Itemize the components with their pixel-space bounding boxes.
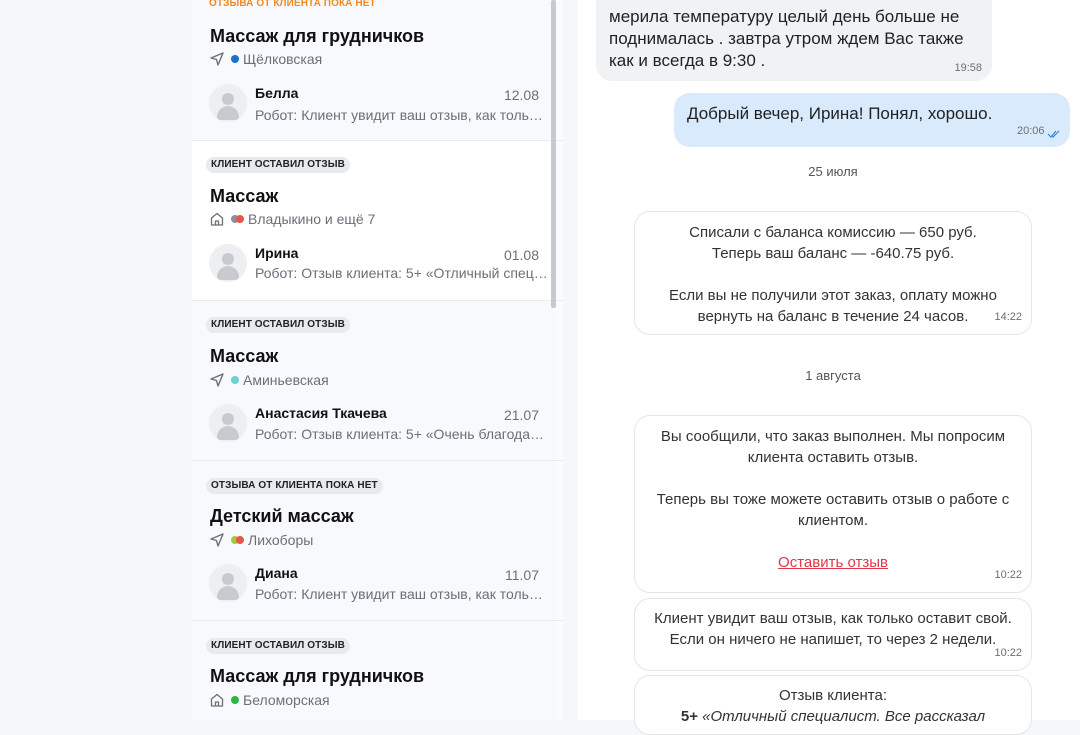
review-rating: 5+: [680, 708, 698, 725]
message-time: 14:22: [994, 311, 1022, 323]
orders-list[interactable]: Отзыва от клиента пока нет Массаж для гр…: [192, 0, 563, 720]
client-name: Белла: [255, 85, 299, 101]
order-card[interactable]: Отзыва от клиента пока нет Детский масса…: [192, 461, 555, 620]
message-line: Клиент увидит ваш отзыв, как только оста…: [654, 610, 1012, 627]
order-title: Массаж для грудничков: [210, 26, 425, 46]
order-location: Щёлковская: [209, 50, 322, 68]
navigation-arrow-icon: [210, 373, 224, 387]
status-badge: Клиент оставил отзыв: [206, 317, 350, 333]
date-separator: 25 июля: [808, 164, 858, 179]
order-title: Массаж для грудничков: [210, 666, 425, 686]
message-preview: Робот: Клиент увидит ваш отзыв, как толь…: [255, 107, 548, 123]
client-name: Ирина: [255, 245, 299, 261]
order-card[interactable]: Клиент оставил отзыв Массаж для грудничк…: [192, 621, 555, 720]
leave-review-link[interactable]: Оставить отзыв: [778, 554, 888, 571]
order-location: Беломорская: [209, 691, 330, 709]
metro-line-dot: [236, 215, 244, 223]
message-line: Если он ничего не напишет, то через 2 не…: [669, 631, 997, 648]
message-line: клиентом.: [797, 512, 868, 529]
system-message: Списали с баланса комиссию — 650 руб. Те…: [634, 211, 1032, 335]
message-line: Вы сообщили, что заказ выполнен. Мы попр…: [660, 428, 1006, 445]
location-label: Лихоборы: [248, 532, 314, 548]
message-line: Теперь вы тоже можете оставить отзыв о р…: [656, 491, 1010, 508]
location-label: Владыкино и ещё 7: [248, 211, 376, 227]
location-label: Беломорская: [243, 692, 330, 708]
review-text: 5+ «Отличный специалист. Все рассказал: [635, 706, 1031, 727]
metro-line-dot: [231, 696, 239, 704]
message-time: 10:22: [994, 569, 1022, 581]
order-card[interactable]: Отзыва от клиента пока нет Массаж для гр…: [192, 0, 555, 140]
message-line: Если вы не получили этот заказ, оплату м…: [669, 287, 997, 304]
status-badge: Клиент оставил отзыв: [206, 157, 350, 173]
order-card[interactable]: Клиент оставил отзыв Массаж Владыкино и …: [192, 141, 555, 300]
metro-line-dot: [236, 536, 244, 544]
system-message: Вы сообщили, что заказ выполнен. Мы попр…: [634, 415, 1032, 593]
message-date: 12.08: [503, 87, 539, 103]
message-time: 19:58: [954, 62, 982, 74]
message-line: клиента оставить отзыв.: [747, 449, 919, 466]
date-separator: 1 августа: [805, 368, 861, 383]
message-preview: Робот: Клиент увидит ваш отзыв, как толь…: [255, 586, 548, 602]
message-date: 01.08: [503, 247, 539, 263]
system-message: Клиент увидит ваш отзыв, как только оста…: [634, 598, 1032, 671]
client-name: Диана: [255, 565, 298, 581]
order-location: Владыкино и ещё 7: [209, 210, 375, 228]
avatar: [209, 244, 247, 282]
message-date: 11.07: [505, 567, 539, 583]
home-icon: [210, 693, 224, 707]
message-line: Отзыв клиента:: [778, 687, 888, 704]
message-line: Списали с баланса комиссию — 650 руб.: [689, 224, 977, 241]
message-line: вернуть на баланс в течение 24 часов.: [697, 308, 969, 325]
order-title: Массаж: [210, 186, 279, 206]
navigation-arrow-icon: [210, 533, 224, 547]
order-location: Лихоборы: [209, 531, 313, 549]
left-panel-background: [0, 0, 192, 720]
outgoing-message: Добрый вечер, Ирина! Понял, хорошо. 20:0…: [674, 93, 1070, 147]
message-preview: Робот: Отзыв клиента: 5+ «Очень благодар…: [255, 426, 548, 442]
status-badge: Отзыва от клиента пока нет: [209, 0, 376, 9]
client-name: Анастасия Ткачева: [255, 405, 387, 421]
status-badge: Клиент оставил отзыв: [206, 638, 350, 654]
location-label: Щёлковская: [243, 51, 323, 67]
status-badge: Отзыва от клиента пока нет: [206, 478, 383, 494]
list-scrollbar[interactable]: [551, 0, 556, 308]
message-line: Теперь ваш баланс — -640.75 руб.: [711, 245, 955, 262]
chat-panel: мерила температуру целый день больше не …: [578, 0, 1080, 735]
read-checkmarks-icon: [1047, 130, 1060, 138]
order-card[interactable]: Клиент оставил отзыв Массаж Аминьевская …: [192, 301, 555, 460]
message-date: 21.07: [503, 407, 539, 423]
message-text: Добрый вечер, Ирина! Понял, хорошо.: [687, 104, 993, 123]
order-title: Массаж: [210, 346, 279, 366]
incoming-message: мерила температуру целый день больше не …: [596, 0, 992, 81]
system-message: Отзыв клиента: 5+ «Отличный специалист. …: [634, 675, 1032, 735]
avatar: [209, 564, 247, 602]
metro-line-dot: [231, 376, 239, 384]
home-icon: [210, 212, 224, 226]
message-preview: Робот: Отзыв клиента: 5+ «Отличный специ…: [255, 265, 548, 281]
message-time: 10:22: [994, 647, 1022, 659]
avatar: [209, 404, 247, 442]
metro-line-dot: [231, 55, 239, 63]
message-time: 20:06: [1017, 125, 1045, 137]
navigation-arrow-icon: [210, 52, 224, 66]
order-location: Аминьевская: [209, 371, 329, 389]
message-text: мерила температуру целый день больше не …: [609, 7, 964, 70]
location-label: Аминьевская: [243, 372, 329, 388]
review-quote: «Отличный специалист. Все рассказал: [702, 708, 986, 725]
avatar: [209, 84, 247, 122]
order-title: Детский массаж: [210, 506, 354, 526]
